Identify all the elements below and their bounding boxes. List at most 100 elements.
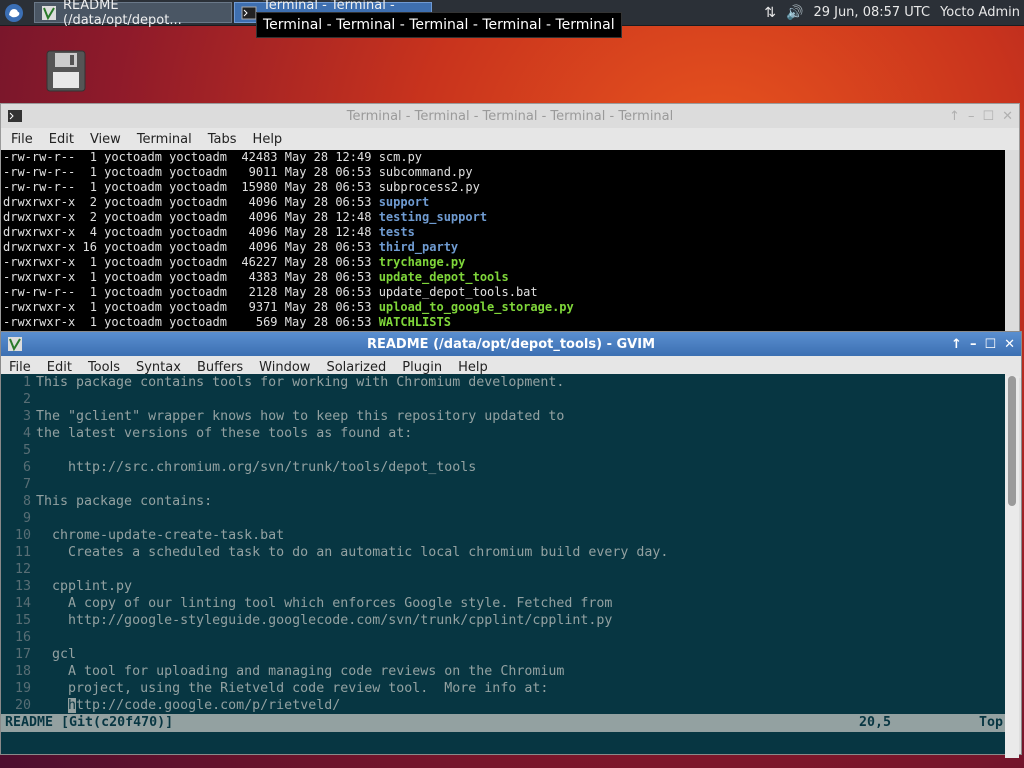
editor-line: 10 chrome-update-create-task.bat	[1, 527, 1005, 544]
editor-line: 5	[1, 442, 1005, 459]
text-cursor: h	[68, 698, 77, 713]
terminal-output[interactable]: -rw-rw-r-- 1 yoctoadm yoctoadm 42483 May…	[1, 150, 1005, 335]
terminal-scrollbar[interactable]	[1005, 150, 1019, 335]
editor-line: 20 http://code.google.com/p/rietveld/	[1, 697, 1005, 714]
menu-syntax[interactable]: Syntax	[128, 360, 189, 375]
volume-icon[interactable]: 🔊	[786, 5, 803, 21]
editor-line: 2	[1, 391, 1005, 408]
menu-terminal[interactable]: Terminal	[129, 132, 200, 147]
line-number: 2	[22, 392, 31, 407]
line-number: 3	[22, 409, 31, 424]
line-text: the latest versions of these tools as fo…	[36, 426, 413, 441]
terminal-icon	[241, 6, 257, 19]
gvim-window: README (/data/opt/depot_tools) - GVIM ↑ …	[0, 331, 1022, 758]
editor-line: 16	[1, 629, 1005, 646]
close-button[interactable]: ✕	[1004, 337, 1015, 352]
scrollbar-thumb[interactable]	[1008, 376, 1016, 506]
window-title: README (/data/opt/depot_tools) - GVIM	[366, 336, 656, 352]
menu-plugin[interactable]: Plugin	[394, 360, 450, 375]
network-icon[interactable]: ⇅	[764, 5, 776, 21]
terminal-window: Terminal - Terminal - Terminal - Termina…	[0, 103, 1020, 335]
line-number: 7	[22, 477, 31, 492]
menu-file[interactable]: File	[1, 360, 39, 375]
xfce-menu-icon[interactable]	[4, 3, 24, 23]
terminal-line: -rw-rw-r-- 1 yoctoadm yoctoadm 15980 May…	[1, 180, 1005, 195]
minimize-button[interactable]: –	[968, 109, 975, 124]
file-meta: drwxrwxr-x 2 yoctoadm yoctoadm 4096 May …	[3, 210, 379, 224]
line-text: This package contains:	[36, 494, 213, 509]
floppy-disk-icon[interactable]	[46, 50, 86, 92]
taskbar-item-gvim[interactable]: README (/data/opt/depot...	[34, 0, 232, 28]
terminal-icon	[8, 110, 22, 122]
terminal-line: -rw-rw-r-- 1 yoctoadm yoctoadm 42483 May…	[1, 150, 1005, 165]
gvim-titlebar[interactable]: README (/data/opt/depot_tools) - GVIM ↑ …	[1, 332, 1021, 356]
window-up-icon[interactable]: ↑	[949, 109, 960, 124]
menu-edit[interactable]: Edit	[41, 132, 82, 147]
line-text: chrome-update-create-task.bat	[36, 528, 285, 543]
window-up-icon[interactable]: ↑	[951, 337, 962, 352]
file-meta: drwxrwxr-x 2 yoctoadm yoctoadm 4096 May …	[3, 195, 379, 209]
line-text: Creates a scheduled task to do an automa…	[36, 545, 669, 560]
menu-file[interactable]: File	[3, 132, 41, 147]
terminal-menubar: File Edit View Terminal Tabs Help	[1, 128, 1019, 150]
editor-line: 9	[1, 510, 1005, 527]
file-name: WATCHLISTS	[378, 315, 451, 329]
file-name: trychange.py	[378, 255, 466, 269]
line-number: 20	[14, 698, 31, 713]
minimize-button[interactable]: –	[970, 337, 977, 352]
status-percent: Top	[978, 715, 1003, 730]
line-number: 14	[14, 596, 31, 611]
editor-line: 3 The "gclient" wrapper knows how to keep…	[1, 408, 1005, 425]
vim-scrollbar[interactable]	[1005, 376, 1019, 758]
editor-line: 8 This package contains:	[1, 493, 1005, 510]
editor-line: 13 cpplint.py	[1, 578, 1005, 595]
window-title: Terminal - Terminal - Terminal - Termina…	[346, 108, 674, 124]
file-name: update_depot_tools.bat	[378, 285, 538, 299]
line-number: 8	[22, 494, 31, 509]
file-meta: -rwxrwxr-x 1 yoctoadm yoctoadm 46227 May…	[3, 255, 379, 269]
user-name[interactable]: Yocto Admin	[940, 5, 1020, 20]
line-text: A tool for uploading and managing code r…	[36, 664, 565, 679]
line-number: 10	[14, 528, 31, 543]
editor-line: 17 gcl	[1, 646, 1005, 663]
close-button[interactable]: ✕	[1002, 109, 1013, 124]
line-number: 17	[14, 647, 31, 662]
menu-tabs[interactable]: Tabs	[200, 132, 245, 147]
line-number: 19	[14, 681, 31, 696]
editor-line: 14 A copy of our linting tool which enfo…	[1, 595, 1005, 612]
line-text: This package contains tools for working …	[36, 375, 565, 390]
vim-command-line[interactable]	[1, 732, 1005, 754]
terminal-line: drwxrwxr-x 4 yoctoadm yoctoadm 4096 May …	[1, 225, 1005, 240]
line-number: 5	[22, 443, 31, 458]
line-number: 15	[14, 613, 31, 628]
file-name: upload_to_google_storage.py	[378, 300, 574, 314]
editor-line: 7	[1, 476, 1005, 493]
terminal-line: -rwxrwxr-x 1 yoctoadm yoctoadm 569 May 2…	[1, 315, 1005, 330]
editor-line: 18 A tool for uploading and managing cod…	[1, 663, 1005, 680]
menu-tools[interactable]: Tools	[80, 360, 128, 375]
menu-view[interactable]: View	[82, 132, 129, 147]
terminal-titlebar[interactable]: Terminal - Terminal - Terminal - Termina…	[1, 104, 1019, 128]
menu-edit[interactable]: Edit	[39, 360, 80, 375]
terminal-line: drwxrwxr-x 2 yoctoadm yoctoadm 4096 May …	[1, 210, 1005, 225]
file-name: testing_support	[378, 210, 488, 224]
maximize-button[interactable]: ☐	[984, 337, 996, 352]
menu-window[interactable]: Window	[251, 360, 318, 375]
menu-solarized[interactable]: Solarized	[318, 360, 394, 375]
file-meta: drwxrwxr-x 16 yoctoadm yoctoadm 4096 May…	[3, 240, 379, 254]
file-meta: -rw-rw-r-- 1 yoctoadm yoctoadm 42483 May…	[3, 150, 379, 164]
file-meta: -rw-rw-r-- 1 yoctoadm yoctoadm 9011 May …	[3, 165, 379, 179]
vim-editor[interactable]: 1 This package contains tools for working…	[1, 374, 1005, 714]
taskbar-tooltip: Terminal - Terminal - Terminal - Termina…	[256, 12, 622, 38]
line-number: 11	[14, 545, 31, 560]
menu-help[interactable]: Help	[245, 132, 291, 147]
file-name: subcommand.py	[378, 165, 473, 179]
vim-statusline: README [Git(c20f470)] 20,5 Top	[1, 714, 1005, 732]
terminal-line: drwxrwxr-x 2 yoctoadm yoctoadm 4096 May …	[1, 195, 1005, 210]
line-text: project, using the Rietveld code review …	[36, 681, 549, 696]
clock[interactable]: 29 Jun, 08:57 UTC	[813, 5, 930, 20]
terminal-line: -rwxrwxr-x 1 yoctoadm yoctoadm 46227 May…	[1, 255, 1005, 270]
maximize-button[interactable]: ☐	[982, 109, 994, 124]
menu-help[interactable]: Help	[450, 360, 496, 375]
menu-buffers[interactable]: Buffers	[189, 360, 251, 375]
